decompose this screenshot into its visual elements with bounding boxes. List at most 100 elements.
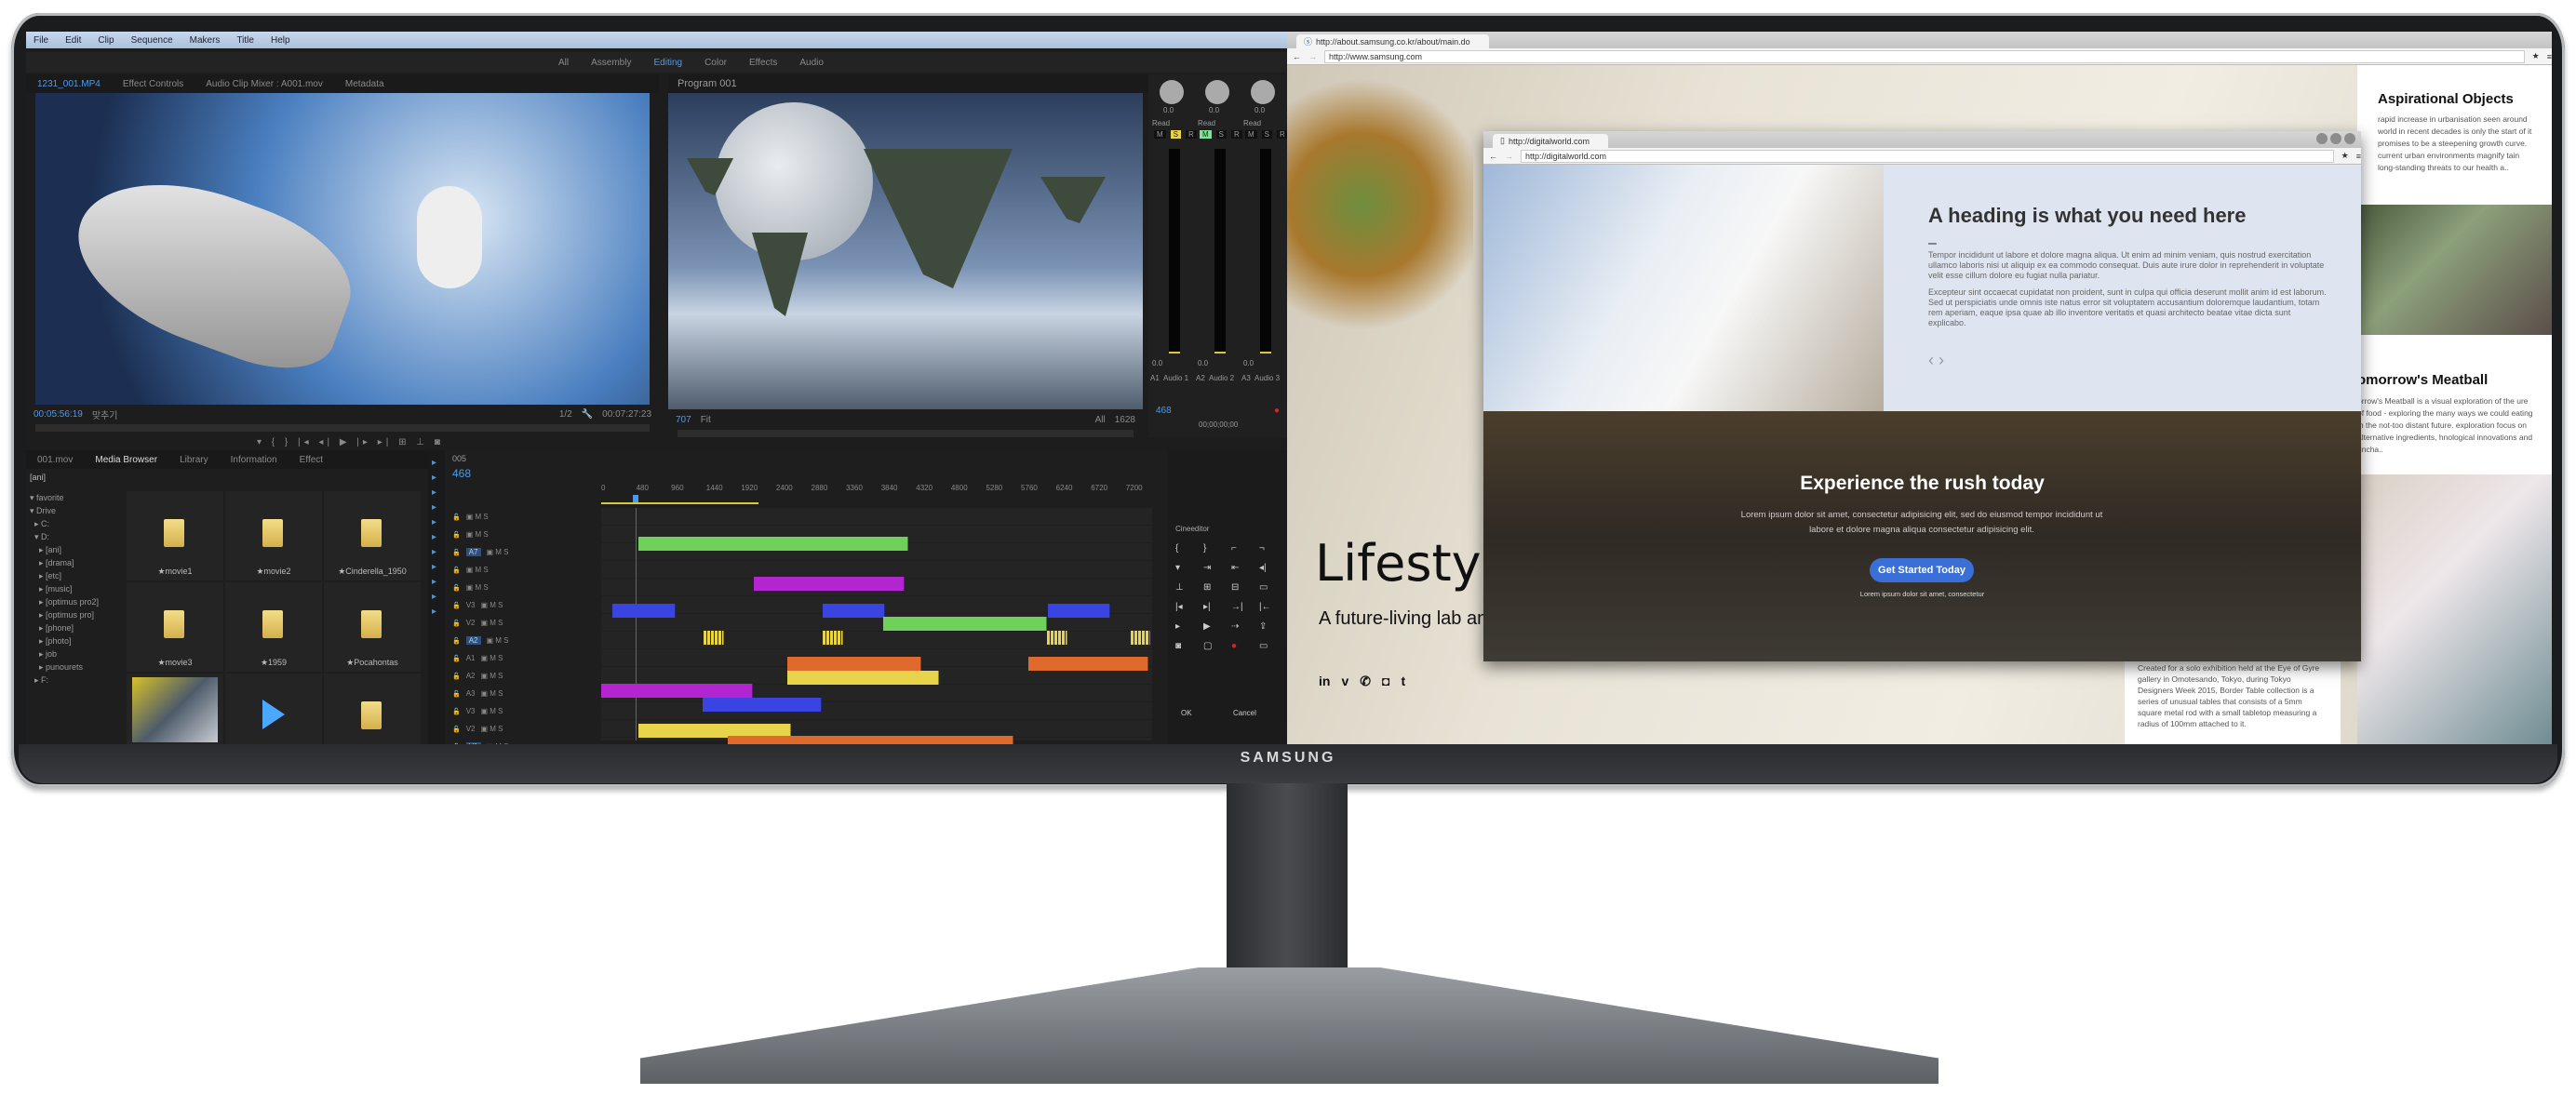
ok-button[interactable]: OK [1181,709,1192,717]
track-toggle-icon[interactable]: ▣ M S [481,619,503,627]
back-icon[interactable]: ← [1293,52,1301,61]
media-item[interactable]: ★movie1 [127,491,223,580]
rate-stretch-tool-icon[interactable]: ▸ [432,517,436,527]
pan-knob[interactable] [1205,80,1229,104]
track-toggle-icon[interactable]: ▣ M S [481,601,503,609]
hand-tool-icon[interactable]: ▸ [432,592,436,602]
vimeo-icon[interactable]: v [1341,674,1348,689]
lock-icon[interactable]: 🔓 [452,584,461,592]
track-toggle-icon[interactable]: ▣ M S [487,742,509,744]
track-label[interactable]: V2 [466,725,476,733]
timeline-clip[interactable] [786,657,921,672]
tree-item[interactable]: ▸ [drama] [30,556,123,569]
media-path-select[interactable]: [ani] [30,473,46,482]
article-title[interactable]: omorrow's Meatball [2357,372,2488,388]
wrench-icon[interactable]: 🔧 [582,409,593,420]
track-label[interactable]: V3 [466,601,476,609]
tool-buttons[interactable]: {} ⌐ ¬ ▾ ⇥ ⇤ ◂| ⊥ ⊞ ⊟ ▭ |◂ ▸| →| |← ▸ ▶ ⇢ ⇪ ◙ ▢ ● ▭ [1175,543,1278,651]
timeline-clip[interactable] [702,697,823,712]
lock-icon[interactable]: 🔓 [452,549,461,556]
workspace-tab[interactable]: Assembly [580,58,642,68]
lock-icon[interactable]: 🔓 [452,743,461,745]
lock-icon[interactable]: 🔓 [452,531,461,539]
mute-button[interactable]: M [1154,130,1166,139]
star-icon[interactable]: ★ [2532,51,2540,61]
track-label[interactable]: V1 [465,742,481,744]
timeline-clip[interactable] [1047,603,1111,618]
ripple-tool-icon[interactable]: ▸ [432,487,436,498]
program-fit-select[interactable]: Fit [701,415,711,425]
zoom-tool-icon[interactable]: ▸ [432,607,436,617]
lock-icon[interactable]: 🔓 [452,673,461,680]
program-scrubber[interactable] [678,430,1134,437]
browser-tab[interactable]: ⓢ http://about.samsung.co.kr/about/main.d… [1296,34,1489,48]
timeline-tracks[interactable] [601,508,1152,744]
media-item[interactable]: 082000:07:27:23 [127,674,223,744]
tree-item[interactable]: ▸ [optimus pro2] [30,595,123,608]
timeline-clip[interactable] [611,603,676,618]
url-field[interactable]: http://www.samsung.com [1324,49,2525,63]
track-toggle-icon[interactable]: ▣ M S [487,548,509,556]
track-toggle-icon[interactable]: ▣ M S [481,689,503,698]
media-browser-tab[interactable]: 001.mov [26,455,84,465]
minimize-icon[interactable] [2316,133,2328,144]
timeline-clip[interactable] [1028,657,1148,672]
timeline-clip[interactable] [883,617,1048,632]
slide-tool-icon[interactable]: ▸ [432,562,436,572]
star-icon[interactable]: ★ [2341,151,2349,161]
workspace-tab[interactable]: All [547,58,580,68]
tree-item[interactable]: ▸ [optimus pro] [30,608,123,621]
mute-button[interactable]: M [1200,130,1212,139]
track-toggle-icon[interactable]: ▣ M S [466,566,489,574]
timeline-clip[interactable] [1130,630,1151,645]
menu-item[interactable]: Clip [98,35,114,46]
track-label[interactable]: V2 [466,619,476,627]
tree-item[interactable]: ▸ [phone] [30,621,123,634]
timeline-clip[interactable] [823,630,843,645]
tree-item[interactable]: ▸ C: [30,517,123,530]
back-icon[interactable]: ← [1489,152,1497,161]
razor-tool-icon[interactable]: ▸ [432,532,436,542]
media-item[interactable]: ★movie2 [225,491,322,580]
tree-item[interactable]: ▸ [etc] [30,569,123,582]
record-icon[interactable]: ● [1274,406,1280,416]
media-item[interactable]: ★Pocahontas [324,582,421,672]
track-toggle-icon[interactable]: ▣ M S [481,707,503,715]
track-toggle-icon[interactable]: ▣ M S [481,725,503,733]
whatsapp-icon[interactable]: ✆ [1360,674,1371,689]
solo-button[interactable]: S [1170,130,1182,139]
maximize-icon[interactable] [2330,133,2341,144]
media-browser-tab[interactable]: Effect [288,455,334,465]
pen-tool-icon[interactable]: ▸ [432,577,436,587]
source-panel-tab[interactable]: Effect Controls [112,79,195,89]
tree-item[interactable]: ▸ [ani] [30,543,123,556]
media-browser-tab[interactable]: Information [220,455,288,465]
sequence-tab[interactable]: 005 [452,454,466,463]
track-label[interactable]: A7 [465,548,481,556]
tree-item[interactable]: ▾ Drive [30,504,123,517]
selection-tool-icon[interactable]: ▸ [432,458,436,468]
source-panel-tab[interactable]: 1231_001.MP4 [26,79,112,89]
source-panel-tab[interactable]: Metadata [334,79,396,89]
work-area-bar[interactable] [601,502,759,504]
instagram-icon[interactable]: ◘ [1382,674,1389,689]
source-transport-buttons[interactable]: ▾ { } |◂ ◂| ▶ |▸ ▸| ⊞ ⊥ ◙ [249,434,451,450]
media-browser-tab[interactable]: Media Browser [84,455,168,465]
carousel-arrows[interactable]: ‹ › [1928,351,1944,370]
source-fit-select[interactable]: 맞추기 [92,407,118,421]
source-resolution-select[interactable]: 1/2 [559,409,572,420]
browser-tab[interactable]: ▯ http://digitalworld.com [1493,134,1608,148]
tree-item[interactable]: ▾ favorite [30,491,123,504]
timeline-clip[interactable] [704,630,725,645]
menu-item[interactable]: File [34,35,48,46]
window-controls[interactable] [2316,133,2355,144]
article-title[interactable]: Aspirational Objects [2378,91,2514,107]
media-browser-tab[interactable]: Library [168,455,220,465]
solo-button[interactable]: S [1261,130,1273,139]
timeline-clip[interactable] [601,684,753,699]
tree-item[interactable]: ▸ [photo] [30,634,123,647]
tumblr-icon[interactable]: t [1401,674,1405,689]
lock-icon[interactable]: 🔓 [452,637,461,645]
timeline-clip[interactable] [753,577,905,591]
workspace-tab[interactable]: Color [693,58,738,68]
